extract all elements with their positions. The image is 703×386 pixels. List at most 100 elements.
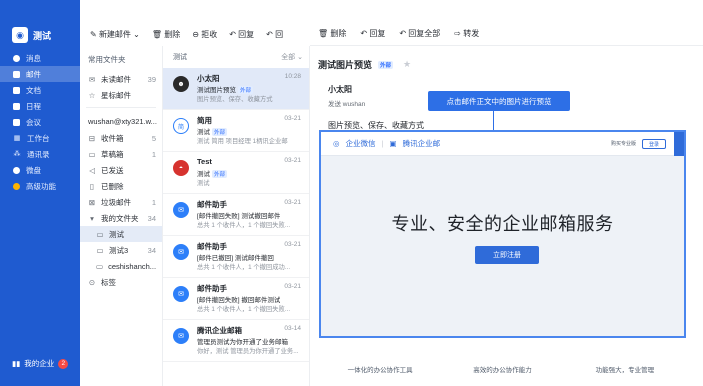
message-row[interactable]: ✉ 腾讯企业邮箱 03-14 管理员测试为你开通了业务邮箱 你好，测试 管理员为…	[163, 320, 309, 362]
building-icon: ▮▮	[12, 359, 21, 368]
reject-button[interactable]: ⊖ 拒收	[192, 29, 217, 40]
reply-label: 回复	[369, 29, 386, 38]
folder-label: 标签	[101, 277, 116, 287]
more-button[interactable]: ↶ 回	[266, 29, 283, 40]
message-sender: 简用	[197, 116, 212, 125]
folder-label: 测试3	[109, 245, 129, 255]
folder-count: 34	[147, 213, 156, 223]
my-company[interactable]: ▮▮ 我的企业 2	[12, 358, 69, 369]
folder-sent[interactable]: ◁ 已发送	[80, 162, 162, 178]
brand[interactable]: ◉ 测试	[12, 27, 51, 43]
delete-label: 删除	[330, 29, 347, 38]
folder-label: 已发送	[101, 165, 124, 175]
nav-item-meeting[interactable]: 会议	[0, 114, 80, 130]
contacts-icon: ⁂	[13, 150, 21, 158]
message-row[interactable]: ✉ 邮件助手 03-21 [邮件已撤回] 测试邮件撤回 总共 1 个收件人，1 …	[163, 236, 309, 278]
folder-my-folders[interactable]: ▾ 我的文件夹 34	[80, 210, 162, 226]
mail-embedded-image[interactable]: ◎ 企业微信 | ▣ 腾讯企业邮 购买专业版 登录 专业、安全的企业邮箱服务 立…	[319, 130, 686, 338]
workbench-icon: ▦	[13, 134, 21, 142]
trash-icon: ▯	[89, 181, 95, 191]
nav-label: 会议	[26, 117, 41, 127]
message-row[interactable]: ☻ 小太阳 10:28 测试图片预览 外部 图片预览、保存、收藏方式	[163, 68, 309, 110]
message-subject: 管理员测试为你开通了业务邮箱	[197, 339, 288, 346]
reader-forward-button[interactable]: ⇨ 转发	[454, 28, 479, 39]
sort-dropdown[interactable]: 全部 ⌄	[281, 52, 303, 62]
message-preview: 测试	[197, 180, 210, 187]
mail-icon	[13, 70, 20, 78]
reader-reply-all-button[interactable]: ↶ 回复全部	[399, 28, 440, 39]
mail-assistant-icon: ✉	[173, 286, 189, 302]
divider	[86, 107, 156, 108]
message-row[interactable]: ✉ 邮件助手 03-21 [邮件撤回失败] 撤回邮件测试 总共 1 个收件人，1…	[163, 278, 309, 320]
message-subject: [邮件已撤回] 测试邮件撤回	[197, 255, 274, 262]
nav-label: 高级功能	[26, 181, 56, 191]
register-button: 立即注册	[475, 246, 539, 264]
folder-label: 未读邮件	[101, 74, 131, 84]
folder-spam[interactable]: ⊠ 垃圾邮件 1	[80, 194, 162, 210]
folder-starred[interactable]: ☆ 星标邮件	[80, 87, 162, 103]
folder-inbox[interactable]: ⊟ 收件箱 5	[80, 130, 162, 146]
folder-count: 1	[151, 197, 156, 207]
message-sender: 邮件助手	[197, 242, 227, 251]
folder-drafts[interactable]: ▭ 草稿箱 1	[80, 146, 162, 162]
folder-tags[interactable]: ⊙ 标签	[80, 274, 162, 290]
external-tag: 外部	[212, 128, 228, 136]
message-subject: 测试图片预览 外部	[197, 84, 254, 94]
chat-icon	[13, 54, 20, 62]
folder-test[interactable]: ▭ 测试	[80, 226, 162, 242]
notification-badge: 2	[58, 358, 69, 369]
reply-label: 回复	[238, 29, 255, 39]
reader-toolbar: 🗑 删除 ↶ 回复 ↶ 回复全部 ⇨ 转发	[310, 22, 703, 46]
folder-label: 星标邮件	[101, 90, 131, 100]
document-icon	[13, 86, 20, 94]
header-accent	[674, 132, 684, 156]
folder-ceshishanch[interactable]: ▭ ceshishanch...	[80, 258, 162, 274]
message-row[interactable]: 简 简用 03-21 测试 外部 测试 简用 项目经理 1柄讯企业邮	[163, 110, 309, 152]
folder-deleted[interactable]: ▯ 已删除	[80, 178, 162, 194]
reader-reply-button[interactable]: ↶ 回复	[360, 28, 385, 39]
message-preview: 总共 1 个收件人，1 个撤回成功...	[197, 264, 291, 271]
message-sender: 邮件助手	[197, 284, 227, 293]
nav-label: 邮件	[26, 69, 41, 79]
nav-item-calendar[interactable]: 日程	[0, 98, 80, 114]
nav-item-premium[interactable]: 高级功能	[0, 178, 80, 194]
reply-button[interactable]: ↶ 回复	[229, 29, 254, 40]
mail-toolbar: ✎ 新建邮件 ⌄ 🗑 删除 ⊖ 拒收 ↶ 回复 ↶ 回	[80, 22, 310, 46]
nav-label: 微盘	[26, 165, 41, 175]
brand-name: 测试	[33, 30, 52, 41]
new-mail-button[interactable]: ✎ 新建邮件 ⌄	[90, 29, 140, 40]
sender-name[interactable]: 小太阳	[328, 84, 352, 95]
wecom-logo-icon: ◎	[333, 139, 340, 148]
feature-item: 高效的办公协作能力	[473, 367, 532, 374]
folder-test3[interactable]: ▭ 测试3 34	[80, 242, 162, 258]
message-row[interactable]: ✉ 邮件助手 03-21 [邮件撤回失败] 测试撤回邮件 总共 1 个收件人，1…	[163, 194, 309, 236]
account-name[interactable]: wushan@xty321.w...	[80, 112, 162, 130]
nav-item-contacts[interactable]: ⁂ 通讯录	[0, 146, 80, 162]
external-tag: 外部	[238, 86, 254, 94]
premium-icon	[13, 182, 20, 190]
reader-delete-button[interactable]: 🗑 删除	[318, 28, 346, 39]
folder-label: 我的文件夹	[101, 213, 139, 223]
folder-count: 5	[151, 133, 156, 143]
nav-item-docs[interactable]: 文档	[0, 82, 80, 98]
nav-label: 消息	[26, 53, 41, 63]
buy-pro-link: 购买专业版	[610, 141, 636, 147]
message-preview: 图片预览、保存、收藏方式	[197, 96, 273, 103]
delete-button[interactable]: 🗑 删除	[152, 29, 180, 40]
folder-unread[interactable]: ✉ 未读邮件 39	[80, 71, 162, 87]
nav-item-drive[interactable]: 微盘	[0, 162, 80, 178]
nav-item-messages[interactable]: 消息	[0, 50, 80, 66]
nav-item-workbench[interactable]: ▦ 工作台	[0, 130, 80, 146]
message-time: 03-14	[284, 325, 301, 332]
avatar: 简	[173, 118, 189, 134]
folder-panel: 常用文件夹 ✉ 未读邮件 39 ☆ 星标邮件 wushan@xty321.w... ⊟…	[80, 46, 162, 386]
chevron-down-icon: ▾	[90, 213, 94, 223]
message-row[interactable]: ◓ Test 03-21 测试 外部 测试	[163, 152, 309, 194]
draft-icon: ▭	[88, 149, 96, 159]
message-sender: 邮件助手	[197, 200, 227, 209]
message-list: 测试 全部 ⌄ ☻ 小太阳 10:28 测试图片预览 外部 图片预览、保存、收藏方…	[162, 46, 310, 386]
message-subject: 测试 外部	[197, 126, 228, 136]
star-icon[interactable]: ★	[403, 59, 411, 70]
mail-assistant-icon: ✉	[173, 244, 189, 260]
nav-item-mail[interactable]: 邮件	[0, 66, 80, 82]
